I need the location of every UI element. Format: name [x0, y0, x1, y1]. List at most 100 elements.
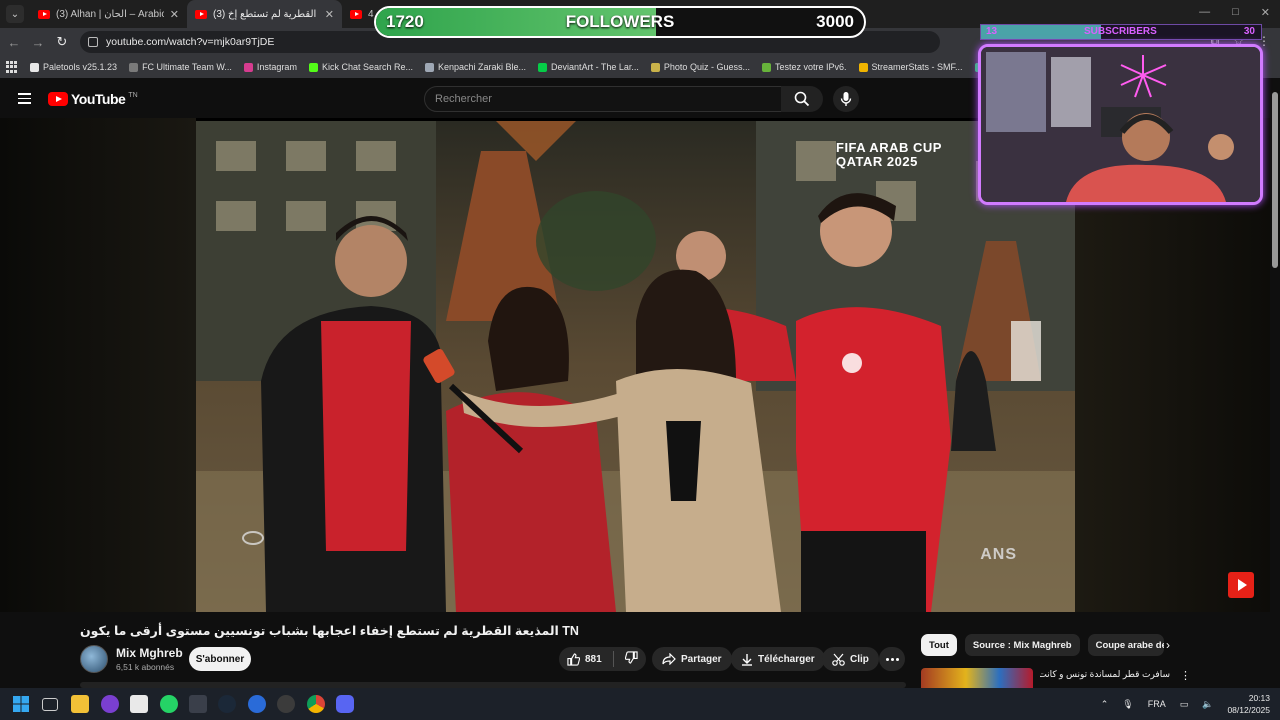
back-icon[interactable]: ←	[2, 35, 26, 50]
like-divider	[612, 651, 614, 667]
bookmark-item[interactable]: FC Ultimate Team W...	[129, 62, 232, 72]
bookmark-item[interactable]: DeviantArt - The Lar...	[538, 62, 639, 72]
bookmark-item[interactable]: Testez votre IPv6.	[761, 62, 847, 72]
bookmark-list: Paletools v25.1.23 FC Ultimate Team W... I…	[30, 62, 1065, 72]
youtube-logo[interactable]: YouTube TN	[48, 91, 138, 107]
share-label: Partager	[681, 653, 722, 665]
file-explorer-icon[interactable]	[71, 695, 89, 713]
voice-search-button[interactable]	[833, 86, 859, 112]
chevron-right-icon[interactable]: ›	[1166, 638, 1170, 652]
chip-source[interactable]: Source : Mix Maghreb	[964, 634, 1080, 656]
maximize-icon[interactable]: □	[1232, 6, 1239, 19]
video-frame[interactable]: FIFA ARAB CUP QATAR 2025 ANS	[196, 121, 1075, 612]
obs-icon[interactable]	[101, 695, 119, 713]
bookmark-label: Kick Chat Search Re...	[321, 62, 413, 72]
whatsapp-icon[interactable]	[160, 695, 178, 713]
window-controls: — □ ✕	[1199, 6, 1270, 19]
input-language[interactable]: FRA	[1148, 699, 1166, 709]
task-view-icon[interactable]	[42, 698, 58, 711]
chip-arab-cup[interactable]: Coupe arabe de la FIFA	[1087, 634, 1164, 656]
bookmark-favicon-icon	[425, 62, 434, 72]
bookmark-label: Photo Quiz - Guess...	[663, 62, 750, 72]
browser-tab[interactable]: (3) Alhan | الحان – Arabic Techno ✕	[30, 0, 187, 28]
followers-goal-bar: FOLLOWERS 1720 3000	[374, 6, 866, 38]
bookmark-item[interactable]: Photo Quiz - Guess...	[650, 62, 750, 72]
bookmark-label: DeviantArt - The Lar...	[551, 62, 639, 72]
webcam-feed-illustration	[981, 47, 1260, 202]
chrome-icon[interactable]	[307, 695, 325, 713]
bookmark-item[interactable]: Paletools v25.1.23	[30, 62, 117, 72]
page-scrollbar[interactable]	[1270, 78, 1280, 688]
clock-time: 20:13	[1248, 693, 1270, 703]
network-icon[interactable]: ▭	[1180, 699, 1189, 710]
url-text: youtube.com/watch?v=mjk0ar9TjDE	[106, 36, 275, 48]
followers-goal-label: FOLLOWERS	[565, 12, 675, 31]
bookmark-item[interactable]: StreamerStats - SMF...	[858, 62, 963, 72]
steam-icon[interactable]	[218, 695, 236, 713]
apps-grid-icon[interactable]	[6, 61, 18, 73]
screen: ⌄ (3) Alhan | الحان – Arabic Techno ✕ (3…	[0, 0, 1280, 720]
recommended-video-menu-icon[interactable]: ⋮	[1180, 669, 1191, 682]
broadcaster-eye-logo-icon	[242, 531, 264, 545]
volume-icon[interactable]: 🔈	[1202, 699, 1213, 710]
battlenet-icon[interactable]	[248, 695, 266, 713]
minimize-icon[interactable]: —	[1199, 6, 1210, 19]
bookmark-label: Paletools v25.1.23	[43, 62, 118, 72]
search-button[interactable]	[781, 86, 823, 112]
video-scene-illustration	[196, 121, 1075, 612]
clock[interactable]: 20:13 08/12/2025	[1227, 692, 1270, 716]
hamburger-menu-icon[interactable]	[18, 93, 31, 107]
channel-name[interactable]: Mix Mghreb	[116, 646, 183, 660]
like-button[interactable]: 881	[567, 652, 602, 666]
bookmark-label: Instagram	[256, 62, 297, 72]
bookmark-item[interactable]: Instagram	[243, 62, 297, 72]
reload-icon[interactable]: ↻	[50, 34, 74, 50]
paint-icon[interactable]	[130, 695, 148, 713]
subscribe-button[interactable]: S'abonner	[189, 647, 251, 671]
youtube-play-badge-icon[interactable]	[1228, 572, 1254, 598]
close-tab-icon[interactable]: ✕	[170, 8, 179, 21]
search-icon	[794, 91, 810, 107]
tray-microphone-icon[interactable]: 🎙	[1122, 699, 1133, 710]
chip-all[interactable]: Tout	[921, 634, 957, 656]
tab-search-icon[interactable]: ⌄	[6, 5, 24, 23]
tab-title: (3) Alhan | الحان – Arabic Techno	[56, 8, 164, 20]
more-actions-button[interactable]	[879, 647, 905, 671]
browser-tab-active[interactable]: (3) المذيعة القطرية لم تستطع إخ ✕	[187, 0, 342, 28]
subscribers-goal-bar: 13 SUBSCRIBERS 30	[980, 24, 1262, 40]
dislike-button[interactable]	[624, 651, 638, 667]
search-input[interactable]: Rechercher	[424, 86, 782, 112]
bookmark-favicon-icon	[243, 62, 253, 72]
video-info-section: TN المذيعة القطرية لم تستطع إخفاء اعجابه…	[0, 612, 1270, 690]
site-info-icon[interactable]	[88, 37, 98, 47]
bookmark-favicon-icon	[538, 62, 548, 72]
bookmark-label: Testez votre IPv6.	[774, 62, 847, 72]
channel-avatar[interactable]	[80, 645, 108, 673]
bookmark-favicon-icon	[30, 62, 39, 72]
clip-button[interactable]: Clip	[822, 647, 879, 671]
share-arrow-icon	[662, 653, 676, 665]
scrollbar-thumb[interactable]	[1272, 92, 1278, 268]
forward-icon[interactable]: →	[26, 35, 50, 50]
bookmark-favicon-icon	[308, 62, 318, 72]
close-window-icon[interactable]: ✕	[1261, 6, 1270, 19]
recommended-video-title[interactable]: سافرت قطر لمساندة تونس و كانت اشهر	[1040, 669, 1170, 680]
bookmark-label: Kenpachi Zaraki Ble...	[438, 62, 527, 72]
bookmark-favicon-icon	[129, 62, 139, 72]
windows-start-icon[interactable]	[12, 695, 30, 713]
close-tab-icon[interactable]: ✕	[325, 8, 334, 21]
download-button[interactable]: Télécharger	[731, 647, 825, 671]
discord-icon[interactable]	[336, 695, 354, 713]
bookmark-label: StreamerStats - SMF...	[871, 62, 963, 72]
youtube-favicon-icon	[350, 9, 362, 19]
share-button[interactable]: Partager	[652, 647, 732, 671]
recommended-video-thumbnail[interactable]	[921, 668, 1033, 690]
bookmark-item[interactable]: Kick Chat Search Re...	[308, 62, 413, 72]
epic-games-icon[interactable]	[189, 695, 207, 713]
youtube-favicon-icon	[195, 9, 207, 19]
clock-date: 08/12/2025	[1227, 705, 1270, 715]
subscribers-target: 30	[1243, 26, 1255, 37]
tray-expand-icon[interactable]: ⌃	[1101, 699, 1109, 710]
bookmark-item[interactable]: Kenpachi Zaraki Ble...	[425, 62, 526, 72]
ea-app-icon[interactable]	[277, 695, 295, 713]
